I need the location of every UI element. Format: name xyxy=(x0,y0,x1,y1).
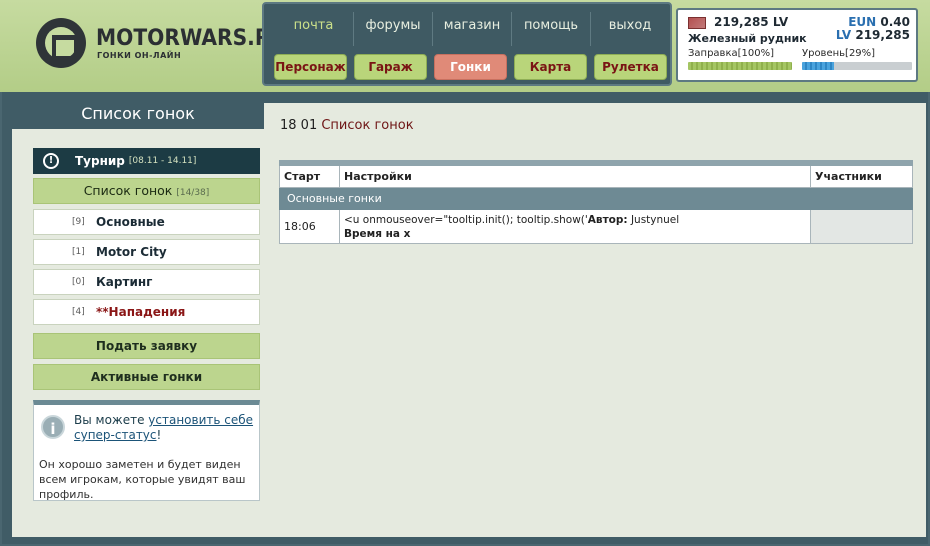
race-list-label: Список гонок xyxy=(83,183,173,198)
page-title: 18 01 Список гонок xyxy=(280,118,414,133)
category-label: Основные xyxy=(96,215,165,229)
fuel-bar-fill xyxy=(688,62,792,70)
fuel-label: Заправка[100%] xyxy=(688,48,775,59)
category-count: [4] xyxy=(72,307,85,317)
top-nav-shop[interactable]: магазин xyxy=(432,12,511,46)
level-bar xyxy=(802,62,912,70)
race-list-count: [14/38] xyxy=(176,188,210,198)
category-label: Motor City xyxy=(96,245,167,259)
category-count: [9] xyxy=(72,217,85,227)
top-nav-logout[interactable]: выход xyxy=(590,12,669,46)
tournament-item[interactable]: ! Турнир [08.11 - 14.11] xyxy=(33,148,260,174)
category-count: [0] xyxy=(72,277,85,287)
apply-button[interactable]: Подать заявку xyxy=(33,333,260,359)
sidebar-title: Список гонок xyxy=(81,104,195,123)
category-label: Картинг xyxy=(96,275,153,289)
table-group-header: Основные гонки xyxy=(279,188,913,210)
lv-value: 219,285 xyxy=(855,28,910,42)
cell-settings[interactable]: <u onmouseover="tooltip.init(); tooltip.… xyxy=(339,210,810,243)
info-promo: Вы можете установить себе супер-статус! xyxy=(74,413,254,443)
level-label: Уровень[29%] xyxy=(802,48,876,59)
category-label: **Нападения xyxy=(96,305,186,319)
sub-nav-garage[interactable]: Гараж xyxy=(354,54,427,80)
page-title-date: 18 01 xyxy=(280,118,318,133)
info-suffix: ! xyxy=(156,428,162,442)
author-value: Justynuel xyxy=(630,214,680,226)
tournament-label: Турнир xyxy=(75,154,125,168)
category-motor-city[interactable]: [1] Motor City xyxy=(33,239,260,265)
category-attacks[interactable]: [4] **Нападения xyxy=(33,299,260,325)
settings-line2: Время на х xyxy=(344,228,411,240)
cell-participants xyxy=(810,210,912,243)
sub-nav: Персонаж Гараж Гонки Карта Рулетка xyxy=(274,54,667,80)
author-key: Автор: xyxy=(587,214,628,226)
nav-box: почта форумы магазин помощь выход Персон… xyxy=(262,2,672,86)
column-participants[interactable]: Участники xyxy=(810,166,912,187)
top-nav: почта форумы магазин помощь выход xyxy=(274,12,669,46)
eun-key: EUN xyxy=(848,15,877,29)
column-start[interactable]: Старт xyxy=(280,166,339,187)
page-title-text: Список гонок xyxy=(321,118,414,133)
sub-nav-races[interactable]: Гонки xyxy=(434,54,507,80)
race-list-button[interactable]: Список гонок [14/38] xyxy=(33,178,260,204)
info-prefix: Вы можете xyxy=(74,413,149,427)
level-bar-fill xyxy=(802,62,834,70)
lv-balance: LV 219,285 xyxy=(836,28,910,42)
top-nav-mail[interactable]: почта xyxy=(274,12,353,46)
flag-icon xyxy=(688,17,706,29)
sub-nav-character[interactable]: Персонаж xyxy=(274,54,347,80)
tournament-dates: [08.11 - 14.11] xyxy=(128,156,197,166)
category-karting[interactable]: [0] Картинг xyxy=(33,269,260,295)
top-nav-help[interactable]: помощь xyxy=(511,12,590,46)
player-stats: 219,285 LV Железный рудник EUN 0.40 LV 2… xyxy=(676,8,918,82)
sub-nav-roulette[interactable]: Рулетка xyxy=(594,54,667,80)
table-row[interactable]: 18:06 <u onmouseover="tooltip.init(); to… xyxy=(279,210,913,244)
logo-title: MOTORWARS.RU xyxy=(96,25,287,51)
sidebar-header: Список гонок xyxy=(12,103,264,129)
info-body: Он хорошо заметен и будет виден всем игр… xyxy=(39,458,246,501)
location-name[interactable]: Железный рудник xyxy=(688,32,807,45)
header: MOTORWARS.RU ГОНКИ ОН-ЛАЙН почта форумы … xyxy=(0,0,930,92)
settings-code: <u onmouseover="tooltip.init(); tooltip.… xyxy=(344,214,588,226)
active-races-button[interactable]: Активные гонки xyxy=(33,364,260,390)
info-box: i Вы можете установить себе супер-статус… xyxy=(33,400,260,501)
fuel-bar xyxy=(688,62,792,70)
sub-nav-map[interactable]: Карта xyxy=(514,54,587,80)
eun-value: 0.40 xyxy=(880,15,910,29)
category-basic[interactable]: [9] Основные xyxy=(33,209,260,235)
settings-line1: <u onmouseover="tooltip.init(); tooltip.… xyxy=(344,213,810,227)
category-count: [1] xyxy=(72,247,85,257)
info-icon: i xyxy=(41,415,65,439)
money-value: 219,285 LV xyxy=(714,15,789,29)
logo-mark-icon xyxy=(36,18,86,68)
top-nav-forums[interactable]: форумы xyxy=(353,12,432,46)
table-header: Старт Настройки Участники xyxy=(279,166,913,188)
cell-start: 18:06 xyxy=(284,220,316,233)
alert-clock-icon: ! xyxy=(43,153,59,169)
column-settings[interactable]: Настройки xyxy=(339,166,810,187)
races-table: Старт Настройки Участники Основные гонки… xyxy=(279,160,913,244)
eun-balance: EUN 0.40 xyxy=(848,15,910,29)
lv-key: LV xyxy=(835,28,852,42)
